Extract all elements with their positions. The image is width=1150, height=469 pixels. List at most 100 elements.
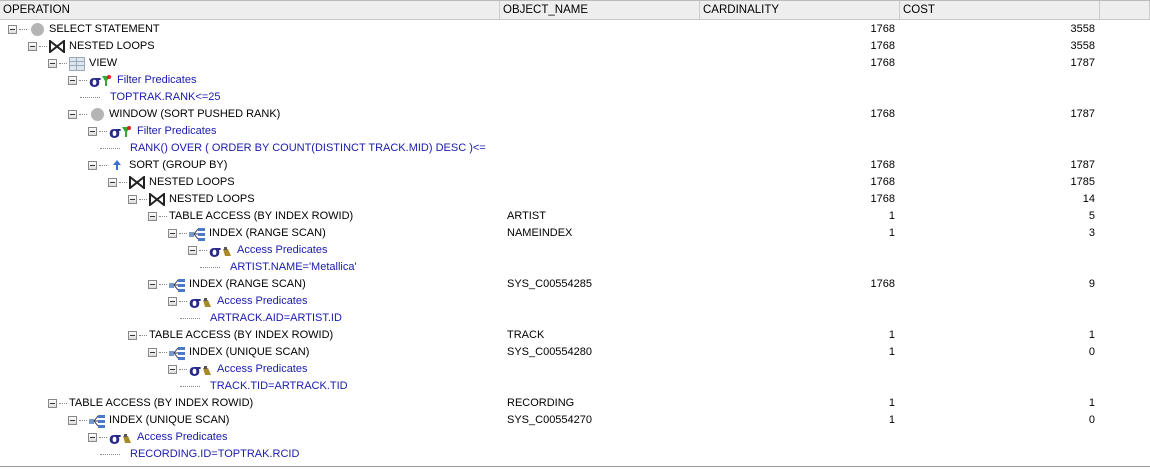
cost-cell [900,293,1100,310]
collapse-toggle[interactable] [68,416,77,425]
cardinality-cell [700,429,900,446]
collapse-toggle[interactable] [68,110,77,119]
plan-row[interactable]: INDEX (RANGE SCAN) SYS_C00554285 1768 9 [0,276,1150,293]
operation-label: INDEX (UNIQUE SCAN) [109,414,230,426]
plan-row[interactable]: ARTIST.NAME='Metallica' [0,259,1150,276]
operation-cell: VIEW [0,55,500,72]
table-header: OPERATION OBJECT_NAME CARDINALITY COST [0,0,1150,20]
collapse-toggle[interactable] [88,127,97,136]
plan-row[interactable]: σ Access Predicates [0,361,1150,378]
operation-cell: ARTRACK.AID=ARTIST.ID [0,310,500,327]
filler-cell [1100,446,1150,463]
operation-cell: TABLE ACCESS (BY INDEX ROWID) [0,395,500,412]
access-icon: σ [189,295,213,309]
tree-connector [179,369,187,370]
operation-cell: SELECT STATEMENT [0,21,500,38]
collapse-toggle[interactable] [148,280,157,289]
column-header-cardinality[interactable]: CARDINALITY [700,1,900,19]
plan-row[interactable]: INDEX (UNIQUE SCAN) SYS_C00554270 1 0 [0,412,1150,429]
object-name-cell [500,361,700,378]
cardinality-cell: 1 [888,397,895,409]
plan-row[interactable]: RANK() OVER ( ORDER BY COUNT(DISTINCT TR… [0,140,1150,157]
plan-row[interactable]: TOPTRAK.RANK<=25 [0,89,1150,106]
tree-connector [179,233,187,234]
operation-label: RANK() OVER ( ORDER BY COUNT(DISTINCT TR… [130,142,486,154]
plan-row[interactable]: NESTED LOOPS 1768 1785 [0,174,1150,191]
collapse-toggle[interactable] [48,59,57,68]
tree-connector [180,318,200,319]
tree-connector [79,80,87,81]
cardinality-cell: 1 [888,227,895,239]
collapse-toggle[interactable] [48,399,57,408]
plan-row[interactable]: WINDOW (SORT PUSHED RANK) 1768 1787 [0,106,1150,123]
column-header-object-name[interactable]: OBJECT_NAME [500,1,700,19]
collapse-toggle[interactable] [88,433,97,442]
cost-cell: 3 [1088,227,1095,239]
operation-label: VIEW [89,57,118,69]
collapse-toggle[interactable] [108,178,117,187]
object-name-cell [500,310,700,327]
collapse-toggle[interactable] [128,331,137,340]
plan-row[interactable]: TRACK.TID=ARTRACK.TID [0,378,1150,395]
plan-row[interactable]: VIEW 1768 1787 [0,55,1150,72]
operation-cell: TOPTRAK.RANK<=25 [0,89,500,106]
collapse-toggle[interactable] [68,76,77,85]
collapse-toggle[interactable] [188,246,197,255]
object-name-cell [500,191,700,208]
tree-connector [139,199,147,200]
object-name-cell [500,157,700,174]
sort-icon [109,159,125,173]
collapse-toggle[interactable] [128,195,137,204]
operation-label: ARTIST.NAME='Metallica' [230,261,357,273]
collapse-toggle[interactable] [148,212,157,221]
column-header-operation[interactable]: OPERATION [0,1,500,19]
plan-row[interactable]: NESTED LOOPS 1768 3558 [0,38,1150,55]
plan-row[interactable]: NESTED LOOPS 1768 14 [0,191,1150,208]
column-header-cost[interactable]: COST [900,1,1100,19]
cardinality-cell [700,140,900,157]
operation-label: TRACK.TID=ARTRACK.TID [210,380,348,392]
collapse-toggle[interactable] [88,161,97,170]
cardinality-cell [700,123,900,140]
cost-cell: 1787 [1070,159,1095,171]
collapse-toggle[interactable] [28,42,37,51]
filler-cell [1100,276,1150,293]
operation-cell: WINDOW (SORT PUSHED RANK) [0,106,500,123]
cost-cell: 9 [1088,278,1095,290]
plan-row[interactable]: INDEX (RANGE SCAN) NAMEINDEX 1 3 [0,225,1150,242]
cost-cell [900,429,1100,446]
plan-row[interactable]: ARTRACK.AID=ARTIST.ID [0,310,1150,327]
plan-row[interactable]: INDEX (UNIQUE SCAN) SYS_C00554280 1 0 [0,344,1150,361]
collapse-toggle[interactable] [8,25,17,34]
cardinality-cell: 1768 [870,193,895,205]
object-name-cell: NAMEINDEX [507,227,573,239]
operation-cell: RANK() OVER ( ORDER BY COUNT(DISTINCT TR… [0,140,500,157]
plan-row[interactable]: TABLE ACCESS (BY INDEX ROWID) RECORDING 1 1 [0,395,1150,412]
cost-cell: 14 [1082,193,1095,205]
operation-label: INDEX (UNIQUE SCAN) [189,346,310,358]
collapse-toggle[interactable] [168,229,177,238]
svg-text:σ: σ [189,363,201,377]
object-name-cell [500,140,700,157]
filler-cell [1100,72,1150,89]
object-name-cell [500,378,700,395]
collapse-toggle[interactable] [148,348,157,357]
object-name-cell [500,429,700,446]
plan-row[interactable]: RECORDING.ID=TOPTRAK.RCID [0,446,1150,463]
operation-label: INDEX (RANGE SCAN) [189,278,306,290]
plan-row[interactable]: SORT (GROUP BY) 1768 1787 [0,157,1150,174]
plan-row[interactable]: σ Access Predicates [0,293,1150,310]
plan-row[interactable]: σ Filter Predicates [0,123,1150,140]
plan-row[interactable]: σ Filter Predicates [0,72,1150,89]
filler-cell [1100,174,1150,191]
collapse-toggle[interactable] [168,365,177,374]
cardinality-cell [700,259,900,276]
collapse-toggle[interactable] [168,297,177,306]
plan-row[interactable]: TABLE ACCESS (BY INDEX ROWID) TRACK 1 1 [0,327,1150,344]
cost-cell [900,259,1100,276]
cost-cell: 1 [1088,329,1095,341]
plan-row[interactable]: SELECT STATEMENT 1768 3558 [0,21,1150,38]
plan-row[interactable]: σ Access Predicates [0,242,1150,259]
plan-row[interactable]: TABLE ACCESS (BY INDEX ROWID) ARTIST 1 5 [0,208,1150,225]
plan-row[interactable]: σ Access Predicates [0,429,1150,446]
